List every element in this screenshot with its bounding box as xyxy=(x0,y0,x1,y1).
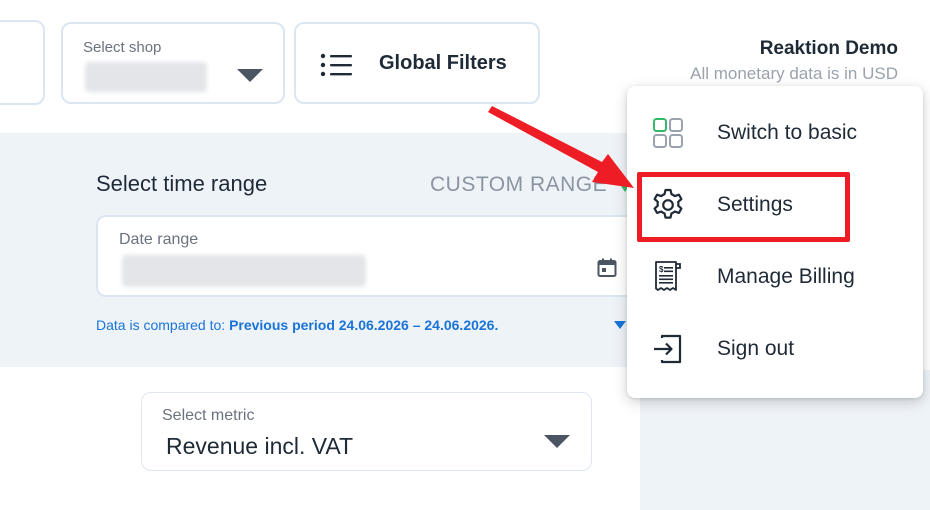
menu-item-sign-out[interactable]: Sign out xyxy=(627,314,923,386)
account-menu: Switch to basic Settings $ Manage Billin… xyxy=(627,86,923,398)
menu-item-label: Sign out xyxy=(717,337,795,360)
comparison-prefix: Data is compared to: xyxy=(96,317,226,333)
date-range-label: Date range xyxy=(119,231,199,248)
currency-note: All monetary data is in USD xyxy=(690,64,898,83)
shop-select-value-blurred xyxy=(85,62,207,92)
menu-item-switch-to-basic[interactable]: Switch to basic xyxy=(627,98,923,170)
comparison-period[interactable]: Previous period 24.06.2026 – 24.06.2026. xyxy=(229,317,498,333)
shop-select-label: Select shop xyxy=(83,39,162,56)
comparison-info: Data is compared to: Previous period 24.… xyxy=(96,317,498,333)
grid-icon xyxy=(653,118,683,148)
chevron-down-icon[interactable] xyxy=(237,69,263,82)
left-control-stub[interactable] xyxy=(0,20,45,105)
custom-range-toggle[interactable]: CUSTOM RANGE xyxy=(430,173,607,197)
menu-item-settings[interactable]: Settings xyxy=(627,170,923,242)
menu-item-label: Settings xyxy=(717,193,793,216)
gear-icon xyxy=(653,188,683,219)
metric-select-value: Revenue incl. VAT xyxy=(166,433,354,459)
sign-out-icon xyxy=(654,334,682,364)
global-filters-label: Global Filters xyxy=(379,52,507,74)
menu-item-manage-billing[interactable]: $ Manage Billing xyxy=(627,242,923,314)
account-name: Reaktion Demo xyxy=(759,38,898,59)
comparison-caret-icon[interactable] xyxy=(614,321,626,329)
chevron-down-icon[interactable] xyxy=(544,435,570,448)
svg-text:$: $ xyxy=(659,265,664,274)
time-range-panel: Select time range CUSTOM RANGE Date rang… xyxy=(0,133,656,367)
date-range-value-blurred xyxy=(122,255,366,287)
metric-select-label: Select metric xyxy=(162,407,255,424)
filter-list-icon xyxy=(320,53,352,77)
calendar-icon[interactable] xyxy=(596,257,618,279)
date-range-field[interactable]: Date range xyxy=(96,215,656,297)
menu-item-label: Manage Billing xyxy=(717,265,855,288)
receipt-icon: $ xyxy=(655,261,681,291)
menu-item-label: Switch to basic xyxy=(717,121,858,144)
global-filters-button[interactable]: Global Filters xyxy=(294,22,540,104)
metric-select[interactable]: Select metric Revenue incl. VAT xyxy=(141,392,592,471)
shop-select[interactable]: Select shop xyxy=(61,22,285,104)
time-range-title: Select time range xyxy=(96,171,268,196)
